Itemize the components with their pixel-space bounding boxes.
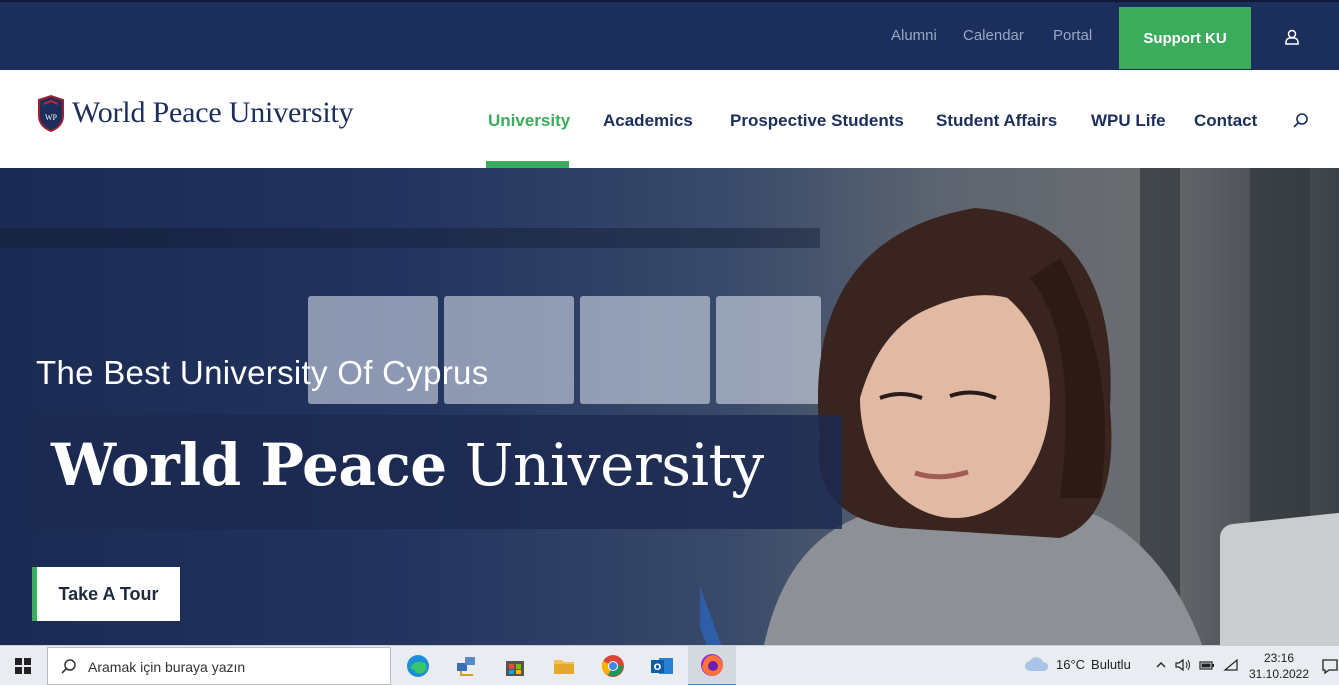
main-navigation: WP World Peace University University Aca… xyxy=(0,70,1339,168)
edge-icon[interactable] xyxy=(402,650,434,682)
support-ku-button[interactable]: Support KU xyxy=(1119,7,1251,69)
taskbar-search-placeholder: Aramak için buraya yazın xyxy=(88,659,246,675)
user-icon[interactable] xyxy=(1283,28,1301,46)
volume-icon[interactable] xyxy=(1175,658,1191,672)
hero-title-light: University xyxy=(464,431,765,499)
hero-subtitle: The Best University Of Cyprus xyxy=(36,354,489,391)
nav-university[interactable]: University xyxy=(488,111,570,131)
nav-contact[interactable]: Contact xyxy=(1194,111,1257,131)
alumni-link[interactable]: Alumni xyxy=(891,27,937,44)
svg-text:WP: WP xyxy=(45,113,58,122)
portal-link[interactable]: Portal xyxy=(1053,27,1092,44)
nav-student-affairs[interactable]: Student Affairs xyxy=(936,111,1057,131)
cloud-icon xyxy=(1025,657,1049,671)
take-a-tour-button[interactable]: Take A Tour xyxy=(32,567,180,621)
search-icon[interactable] xyxy=(1292,112,1310,130)
system-clock[interactable]: 23:16 31.10.2022 xyxy=(1244,650,1314,682)
clock-date: 31.10.2022 xyxy=(1248,667,1310,681)
hero-title-bold: World Peace xyxy=(51,431,447,499)
active-nav-indicator xyxy=(486,161,569,168)
nav-wpu-life[interactable]: WPU Life xyxy=(1091,111,1166,131)
university-crest-icon: WP xyxy=(38,94,64,132)
nav-academics[interactable]: Academics xyxy=(603,111,693,131)
nav-prospective-students[interactable]: Prospective Students xyxy=(730,111,904,131)
svg-text:O: O xyxy=(654,663,662,673)
calendar-link[interactable]: Calendar xyxy=(963,27,1024,44)
laptop-photo xyxy=(1220,510,1339,645)
weather-condition: Bulutlu xyxy=(1091,656,1131,672)
outlook-icon[interactable]: O xyxy=(646,650,678,682)
logo-text: World Peace University xyxy=(72,96,354,129)
windows-logo-icon xyxy=(15,658,31,674)
battery-icon[interactable] xyxy=(1199,659,1215,671)
chevron-up-icon[interactable] xyxy=(1155,659,1167,671)
wifi-icon[interactable] xyxy=(1223,658,1239,672)
system-tray xyxy=(1155,658,1239,672)
weather-temperature: 16°C xyxy=(1056,656,1086,672)
store-icon[interactable] xyxy=(499,650,531,682)
windows-taskbar: Aramak için buraya yazın O 16°C Bulutlu … xyxy=(0,645,1339,685)
hero-banner: The Best University Of Cyprus World Peac… xyxy=(0,168,1339,645)
start-button[interactable] xyxy=(0,646,46,685)
chrome-icon[interactable] xyxy=(597,650,629,682)
hero-title: World Peace University xyxy=(51,431,764,499)
notification-icon[interactable] xyxy=(1322,658,1338,674)
clock-time: 23:16 xyxy=(1263,651,1295,665)
hero-background-window xyxy=(580,296,710,404)
top-utility-bar: Alumni Calendar Portal Support KU xyxy=(0,0,1339,70)
site-logo[interactable]: WP World Peace University xyxy=(36,94,354,132)
search-magnifier-icon xyxy=(61,659,76,674)
weather-widget[interactable]: 16°C Bulutlu xyxy=(1024,656,1131,672)
hero-background-beam xyxy=(0,228,820,248)
file-explorer-icon[interactable] xyxy=(548,650,580,682)
taskbar-search-box[interactable]: Aramak için buraya yazın xyxy=(47,647,391,685)
firefox-icon[interactable] xyxy=(688,646,736,685)
network-app-icon[interactable] xyxy=(450,650,482,682)
